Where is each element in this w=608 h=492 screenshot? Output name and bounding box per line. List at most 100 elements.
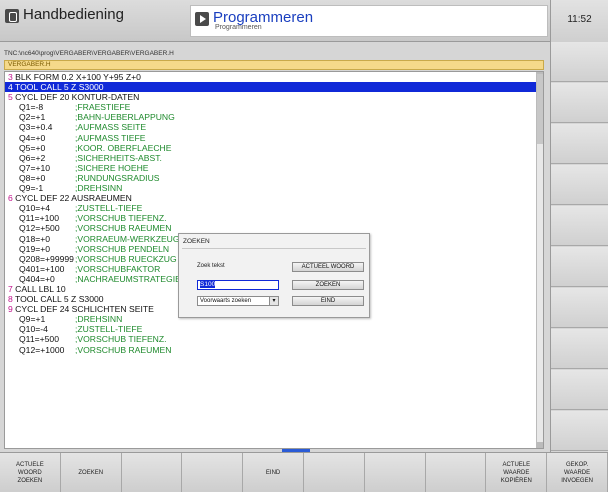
program-line[interactable]: Q10=-4 ;ZUSTELL-TIEFE [5, 324, 543, 334]
programming-mode-icon [195, 12, 209, 26]
line-comment: ;BAHN-UEBERLAPPUNG [75, 112, 175, 123]
softkey-2[interactable]: ZOEKEN [60, 453, 122, 492]
line-text: Q8=+0 [19, 172, 46, 183]
program-line[interactable]: Q7=+10 ;SICHERE HOEHE [5, 163, 543, 173]
line-text: CALL LBL 10 [12, 283, 66, 294]
vertical-softkey[interactable] [551, 411, 608, 451]
softkey-9[interactable]: ACTUELE WAARDE KOPIËREN [486, 453, 548, 492]
direction-value: Voorwaarts zoeken [200, 298, 252, 304]
line-text: CYCL DEF 20 KONTUR-DATEN [12, 92, 140, 103]
mode-manual-label: Handbediening [23, 6, 124, 23]
program-line[interactable]: 5 CYCL DEF 20 KONTUR-DATEN [5, 92, 543, 102]
line-text: TOOL CALL 5 Z S3000 [12, 82, 104, 93]
line-text: Q5=+0 [19, 142, 46, 153]
line-text: Q12=+500 [19, 223, 60, 234]
line-comment: ;VORSCHUB RAEUMEN [75, 223, 172, 234]
program-line[interactable]: Q4=+0 ;AUFMASS TIEFE [5, 133, 543, 143]
vertical-softkey[interactable] [551, 288, 608, 328]
line-text: Q12=+1000 [19, 344, 65, 355]
editor-scrollbar[interactable] [536, 72, 543, 448]
clock: 11:52 [550, 0, 608, 42]
mode-manual-operation[interactable]: Handbediening [5, 6, 124, 23]
vertical-softkey[interactable] [551, 370, 608, 410]
file-path: TNC:\nc640\prog\VERGABER\VERGABER\VERGAB… [4, 50, 174, 57]
search-input[interactable]: S100 [197, 280, 279, 290]
direction-select[interactable]: Voorwaarts zoeken ▾ [197, 296, 279, 306]
mode-programming[interactable]: Programmeren Programmeren [190, 5, 548, 37]
program-line[interactable]: Q10=+4 ;ZUSTELL-TIEFE [5, 203, 543, 213]
line-text: Q1=-8 [19, 102, 44, 113]
line-text: Q7=+10 [19, 162, 51, 173]
softkey-1[interactable]: ACTUELE WOORD ZOEKEN [0, 453, 61, 492]
line-comment: ;AUFMASS SEITE [75, 122, 147, 133]
search-button[interactable]: ZOEKEN [292, 280, 364, 290]
line-text: Q11=+100 [19, 213, 59, 224]
line-text: Q10=-4 [19, 324, 48, 335]
chevron-down-icon[interactable]: ▾ [269, 297, 278, 305]
line-text: Q10=+4 [19, 203, 51, 214]
line-comment: ;VORSCHUB TIEFENZ. [75, 213, 167, 224]
vertical-softkey[interactable] [551, 42, 608, 82]
line-comment: ;AUFMASS TIEFE [75, 132, 146, 143]
current-word-button[interactable]: ACTUEEL WOORD [292, 262, 364, 272]
program-line[interactable]: Q12=+1000 ;VORSCHUB RAEUMEN [5, 345, 543, 355]
vertical-softkey[interactable] [551, 206, 608, 246]
line-comment: ;KOOR. OBERFLAECHE [75, 142, 172, 153]
softkey-4[interactable] [182, 453, 244, 492]
program-line[interactable]: Q9=-1 ;DREHSINN [5, 183, 543, 193]
line-text: Q6=+2 [19, 152, 46, 163]
line-comment: ;SICHERE HOEHE [75, 162, 149, 173]
program-title: VERGABER.H [4, 60, 544, 70]
program-line[interactable]: Q12=+500 ;VORSCHUB RAEUMEN [5, 223, 543, 233]
program-line[interactable]: Q3=+0.4 ;AUFMASS SEITE [5, 122, 543, 132]
vertical-softkey[interactable] [551, 165, 608, 205]
program-line[interactable]: 4 TOOL CALL 5 Z S3000 [5, 82, 543, 93]
vertical-softkey-bar [550, 42, 608, 452]
line-comment: ;RUNDUNGSRADIUS [75, 172, 160, 183]
softkey-6[interactable] [304, 453, 365, 492]
program-line[interactable]: Q6=+2 ;SICHERHEITS-ABST. [5, 153, 543, 163]
line-comment: ;VORRAEUM-WERKZEUG [75, 233, 180, 244]
line-text: Q4=+0 [19, 132, 46, 143]
scroll-down-arrow-icon[interactable] [537, 442, 543, 448]
softkey-3[interactable] [121, 453, 183, 492]
line-comment: ;FRAESTIEFE [75, 102, 131, 113]
line-text: Q404=+0 [19, 273, 55, 284]
line-comment: ;ZUSTELL-TIEFE [75, 203, 143, 214]
program-line[interactable]: Q2=+1 ;BAHN-UEBERLAPPUNG [5, 112, 543, 122]
program-line[interactable]: Q11=+500 ;VORSCHUB TIEFENZ. [5, 334, 543, 344]
program-line[interactable]: 3 BLK FORM 0.2 X+100 Y+95 Z+0 [5, 72, 543, 82]
softkey-8[interactable] [425, 453, 487, 492]
softkey-10[interactable]: GEKOP. WAARDE INVOEGEN [547, 453, 608, 492]
line-comment: ;VORSCHUB TIEFENZ. [75, 334, 167, 345]
line-comment: ;SICHERHEITS-ABST. [75, 152, 162, 163]
vertical-softkey[interactable] [551, 124, 608, 164]
program-line[interactable]: Q8=+0 ;RUNDUNGSRADIUS [5, 173, 543, 183]
line-text: CYCL DEF 24 SCHLICHTEN SEITE [12, 304, 154, 315]
line-comment: ;VORSCHUB RAEUMEN [75, 344, 172, 355]
softkey-5[interactable]: EIND [243, 453, 304, 492]
vertical-softkey[interactable] [551, 247, 608, 287]
softkey-7[interactable] [364, 453, 426, 492]
mode-programming-sub: Programmeren [215, 24, 262, 31]
program-line[interactable]: Q11=+100 ;VORSCHUB TIEFENZ. [5, 213, 543, 223]
program-line[interactable]: Q1=-8 ;FRAESTIEFE [5, 102, 543, 112]
scroll-thumb[interactable] [537, 74, 543, 144]
line-comment: ;ZUSTELL-TIEFE [75, 324, 143, 335]
vertical-softkey[interactable] [551, 83, 608, 123]
line-comment: ;VORSCHUBFAKTOR [75, 263, 161, 274]
program-line[interactable]: 6 CYCL DEF 22 AUSRAEUMEN [5, 193, 543, 203]
program-line[interactable]: Q5=+0 ;KOOR. OBERFLAECHE [5, 143, 543, 153]
search-text-label: Zoek tekst [197, 263, 225, 269]
line-text: Q18=+0 [19, 233, 51, 244]
manual-mode-icon [5, 9, 19, 23]
search-input-value: S100 [200, 281, 216, 288]
line-text: Q401=+100 [19, 263, 65, 274]
vertical-softkey[interactable] [551, 329, 608, 369]
line-text: TOOL CALL 5 Z S3000 [12, 294, 104, 305]
line-text: Q19=+0 [19, 243, 51, 254]
end-button[interactable]: EIND [292, 296, 364, 306]
line-text: Q2=+1 [19, 112, 46, 123]
line-text: Q9=-1 [19, 183, 44, 194]
line-text: Q11=+500 [19, 334, 59, 345]
